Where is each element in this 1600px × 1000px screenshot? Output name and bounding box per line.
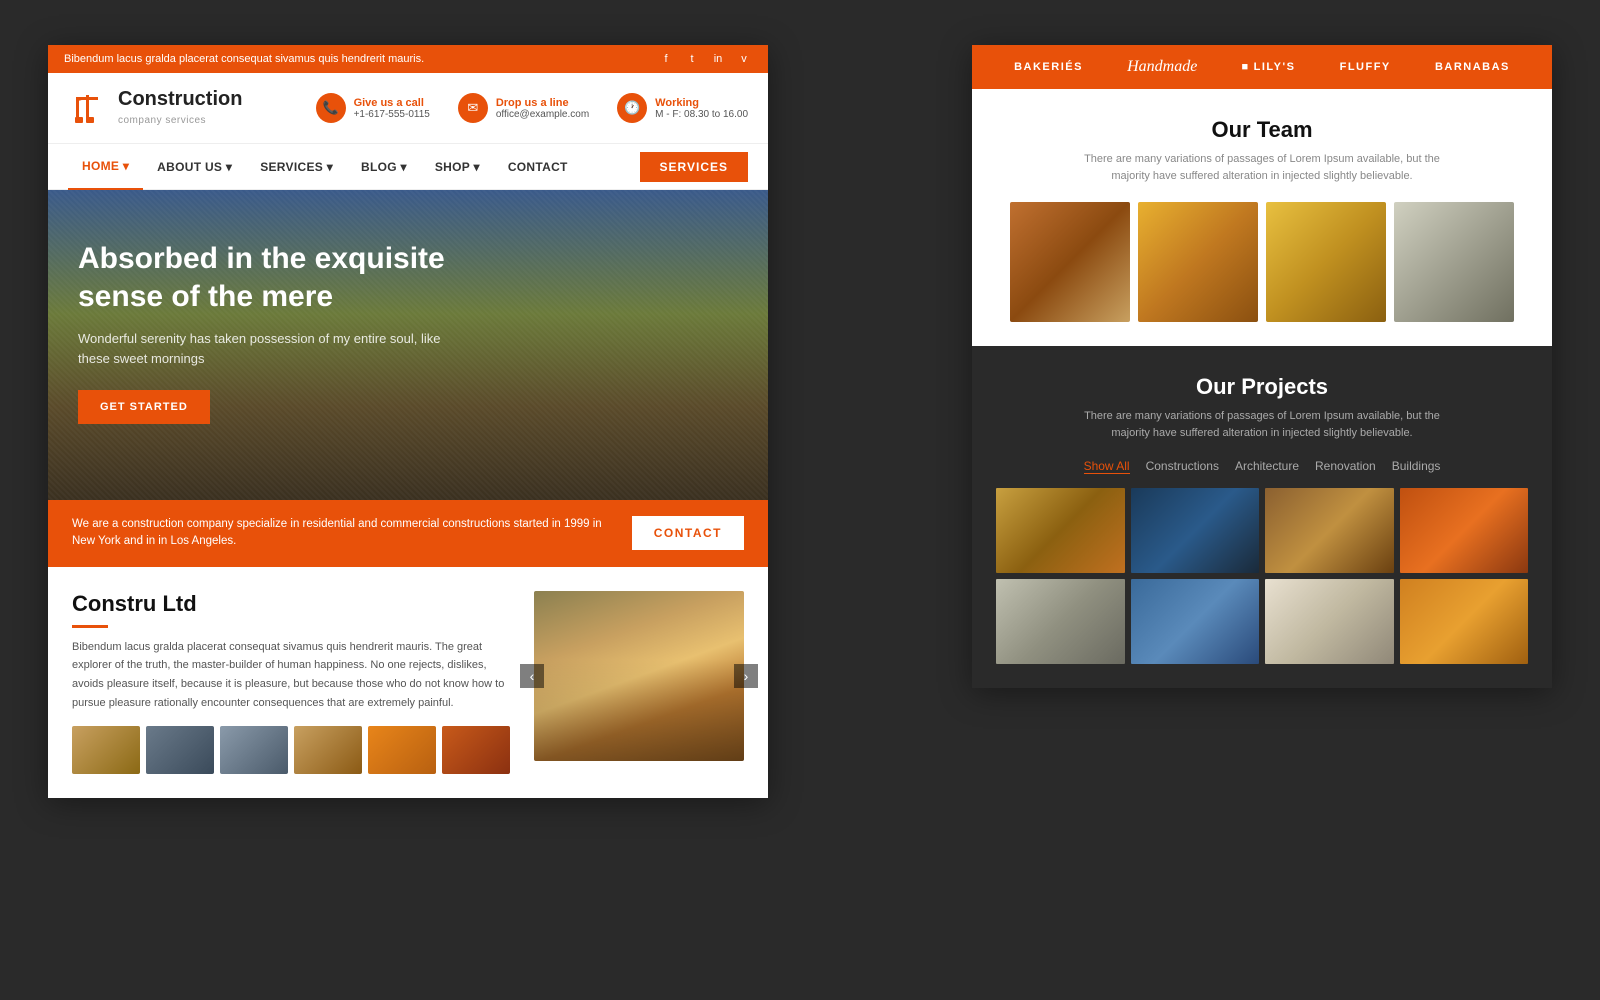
logo-area: Construction company services <box>68 87 316 129</box>
filter-buildings[interactable]: Buildings <box>1392 459 1441 474</box>
clock-icon: 🕐 <box>617 93 647 123</box>
category-bar: BAKERIÉS Handmade ■ LILY'S FLUFFY BARNAB… <box>972 45 1552 89</box>
nav-services[interactable]: SERVICES ▾ <box>246 144 347 190</box>
email-label: Drop us a line <box>496 97 589 109</box>
vine-icon[interactable]: v <box>736 51 752 67</box>
about-text: Constru Ltd Bibendum lacus gralda placer… <box>72 591 510 775</box>
twitter-icon[interactable]: t <box>684 51 700 67</box>
hours-contact: 🕐 Working M - F: 08.30 to 16.00 <box>617 93 748 123</box>
about-section: Constru Ltd Bibendum lacus gralda placer… <box>48 567 768 799</box>
projects-subtitle: There are many variations of passages of… <box>1082 408 1442 441</box>
team-photo-2 <box>1138 202 1258 322</box>
company-name: Construction <box>118 88 242 110</box>
lily-square-icon: ■ <box>1241 61 1249 73</box>
filter-architecture[interactable]: Architecture <box>1235 459 1299 474</box>
project-image-6[interactable] <box>1131 579 1260 664</box>
thumb-6[interactable] <box>442 726 510 774</box>
hero-content: Absorbed in the exquisite sense of the m… <box>48 190 478 424</box>
email-contact: ✉ Drop us a line office@example.com <box>458 93 589 123</box>
hours-value: M - F: 08.30 to 16.00 <box>655 109 748 120</box>
about-thumbnails <box>72 726 510 774</box>
social-links: f t in v <box>658 51 752 67</box>
project-image-7[interactable] <box>1265 579 1394 664</box>
team-title: Our Team <box>996 117 1528 143</box>
category-barnabas[interactable]: BARNABAS <box>1425 61 1520 73</box>
about-title: Constru Ltd <box>72 591 510 617</box>
filter-renovation[interactable]: Renovation <box>1315 459 1376 474</box>
hero-section: Absorbed in the exquisite sense of the m… <box>48 190 768 500</box>
logo-text: Construction company services <box>118 88 242 128</box>
email-info: Drop us a line office@example.com <box>496 97 589 120</box>
thumb-5[interactable] <box>368 726 436 774</box>
project-image-1[interactable] <box>996 488 1125 573</box>
projects-title: Our Projects <box>996 374 1528 400</box>
nav-home[interactable]: HOME ▾ <box>68 144 143 190</box>
hours-info: Working M - F: 08.30 to 16.00 <box>655 97 748 120</box>
phone-contact: 📞 Give us a call +1-617-555-0115 <box>316 93 430 123</box>
team-photo-4 <box>1394 202 1514 322</box>
email-icon: ✉ <box>458 93 488 123</box>
filter-all[interactable]: Show All <box>1084 459 1130 474</box>
nav-about[interactable]: ABOUT US ▾ <box>143 144 246 190</box>
call-label: Give us a call <box>354 97 430 109</box>
category-handmade[interactable]: Handmade <box>1117 58 1207 76</box>
image-prev-arrow[interactable]: ‹ <box>520 664 544 688</box>
header-contact: 📞 Give us a call +1-617-555-0115 ✉ Drop … <box>316 93 748 123</box>
project-grid <box>996 488 1528 664</box>
team-photo-1 <box>1010 202 1130 322</box>
facebook-icon[interactable]: f <box>658 51 674 67</box>
category-bakeries[interactable]: BAKERIÉS <box>1004 61 1093 73</box>
services-button[interactable]: SERVICES <box>640 152 748 182</box>
about-image-wrap: ‹ › <box>534 591 744 761</box>
nav-items: HOME ▾ ABOUT US ▾ SERVICES ▾ BLOG ▾ SHOP… <box>68 144 640 190</box>
company-subtitle: company services <box>118 115 206 126</box>
linkedin-icon[interactable]: in <box>710 51 726 67</box>
top-bar-message: Bibendum lacus gralda placerat consequat… <box>64 53 424 65</box>
image-next-arrow[interactable]: › <box>734 664 758 688</box>
cta-banner: We are a construction company specialize… <box>48 500 768 567</box>
site-header: Construction company services 📞 Give us … <box>48 73 768 144</box>
nav-contact[interactable]: CONTACT <box>494 144 582 190</box>
call-number: +1-617-555-0115 <box>354 109 430 120</box>
logo-icon <box>68 87 110 129</box>
project-image-5[interactable] <box>996 579 1125 664</box>
left-panel: Bibendum lacus gralda placerat consequat… <box>48 45 768 798</box>
filter-constructions[interactable]: Constructions <box>1146 459 1219 474</box>
thumb-3[interactable] <box>220 726 288 774</box>
phone-icon: 📞 <box>316 93 346 123</box>
project-image-4[interactable] <box>1400 488 1529 573</box>
thumb-4[interactable] <box>294 726 362 774</box>
team-photo-3 <box>1266 202 1386 322</box>
team-photos <box>996 202 1528 322</box>
email-address: office@example.com <box>496 109 589 120</box>
thumb-1[interactable] <box>72 726 140 774</box>
site-nav: HOME ▾ ABOUT US ▾ SERVICES ▾ BLOG ▾ SHOP… <box>48 144 768 190</box>
phone-info: Give us a call +1-617-555-0115 <box>354 97 430 120</box>
nav-shop[interactable]: SHOP ▾ <box>421 144 494 190</box>
hours-label: Working <box>655 97 748 109</box>
nav-blog[interactable]: BLOG ▾ <box>347 144 421 190</box>
contact-button[interactable]: CONTACT <box>632 516 744 550</box>
project-image-2[interactable] <box>1131 488 1260 573</box>
project-image-8[interactable] <box>1400 579 1529 664</box>
category-fluffy[interactable]: FLUFFY <box>1330 61 1401 73</box>
team-subtitle: There are many variations of passages of… <box>1082 151 1442 184</box>
project-filter: Show All Constructions Architecture Reno… <box>996 459 1528 474</box>
about-main-image <box>534 591 744 761</box>
about-description: Bibendum lacus gralda placerat consequat… <box>72 638 510 713</box>
team-section: Our Team There are many variations of pa… <box>972 89 1552 346</box>
about-divider <box>72 625 108 628</box>
category-lily[interactable]: ■ LILY'S <box>1231 61 1305 73</box>
right-panel: BAKERIÉS Handmade ■ LILY'S FLUFFY BARNAB… <box>972 45 1552 688</box>
top-bar: Bibendum lacus gralda placerat consequat… <box>48 45 768 73</box>
projects-section: Our Projects There are many variations o… <box>972 346 1552 688</box>
get-started-button[interactable]: GET STARTED <box>78 390 210 424</box>
cta-text: We are a construction company specialize… <box>72 516 612 551</box>
hero-title: Absorbed in the exquisite sense of the m… <box>78 240 448 315</box>
hero-subtitle: Wonderful serenity has taken possession … <box>78 329 448 368</box>
project-image-3[interactable] <box>1265 488 1394 573</box>
thumb-2[interactable] <box>146 726 214 774</box>
